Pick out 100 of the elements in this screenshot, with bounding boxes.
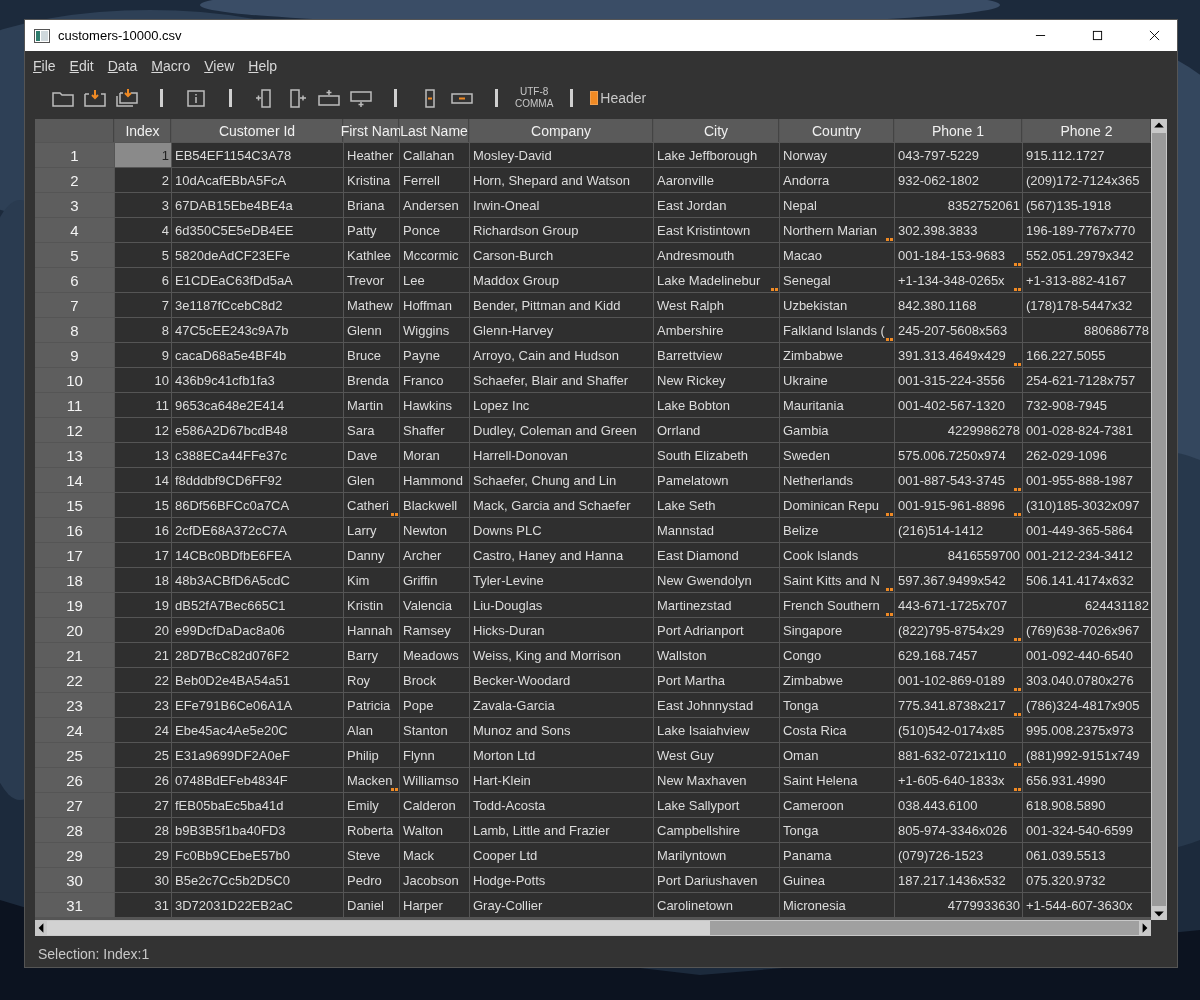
table-cell[interactable]: fEB05baEc5ba41d: [172, 793, 343, 817]
table-cell[interactable]: 303.040.0780x276: [1023, 668, 1151, 692]
table-cell[interactable]: (822)795-8754x29: [895, 618, 1022, 642]
table-cell[interactable]: Callahan: [400, 143, 469, 167]
table-cell[interactable]: 629.168.7457: [895, 643, 1022, 667]
table-cell[interactable]: New Rickey: [654, 368, 779, 392]
table-cell[interactable]: Hannah: [344, 618, 399, 642]
table-cell[interactable]: Calderon: [400, 793, 469, 817]
table-cell[interactable]: Lake Seth: [654, 493, 779, 517]
table-cell[interactable]: Valencia: [400, 593, 469, 617]
table-cell[interactable]: 9653ca648e2E414: [172, 393, 343, 417]
table-cell[interactable]: Costa Rica: [780, 718, 894, 742]
table-cell[interactable]: 001-887-543-3745: [895, 468, 1022, 492]
menu-item[interactable]: File: [33, 58, 56, 80]
table-cell[interactable]: 001-324-540-6599: [1023, 818, 1151, 842]
table-cell[interactable]: (567)135-1918: [1023, 193, 1151, 217]
table-cell[interactable]: Gray-Collier: [470, 893, 653, 917]
close-icon[interactable]: [1149, 30, 1160, 41]
table-cell[interactable]: Barrettview: [654, 343, 779, 367]
table-cell[interactable]: Dave: [344, 443, 399, 467]
table-cell[interactable]: Port Dariushaven: [654, 868, 779, 892]
table-cell[interactable]: West Guy: [654, 743, 779, 767]
table-cell[interactable]: 775.341.8738x217: [895, 693, 1022, 717]
table-cell[interactable]: 001-102-869-0189: [895, 668, 1022, 692]
table-cell[interactable]: Marilyntown: [654, 843, 779, 867]
table-cell[interactable]: Andorra: [780, 168, 894, 192]
table-cell[interactable]: 67DAB15Ebe4BE4a: [172, 193, 343, 217]
table-cell[interactable]: 19: [115, 593, 171, 617]
table-cell[interactable]: 22: [115, 668, 171, 692]
table-cell[interactable]: 1: [115, 143, 171, 167]
table-cell[interactable]: 001-449-365-5864: [1023, 518, 1151, 542]
table-cell[interactable]: Micronesia: [780, 893, 894, 917]
table-cell[interactable]: Mannstad: [654, 518, 779, 542]
table-cell[interactable]: Williamso: [400, 768, 469, 792]
table-cell[interactable]: 18: [115, 568, 171, 592]
table-cell[interactable]: (310)185-3032x097: [1023, 493, 1151, 517]
table-cell[interactable]: Ebe45ac4Ae5e20C: [172, 718, 343, 742]
table-cell[interactable]: 86Df56BFCc0a7CA: [172, 493, 343, 517]
table-cell[interactable]: e99DcfDaDac8a06: [172, 618, 343, 642]
table-cell[interactable]: Horn, Shepard and Watson: [470, 168, 653, 192]
menu-item[interactable]: Edit: [69, 58, 94, 80]
table-cell[interactable]: Franco: [400, 368, 469, 392]
table-cell[interactable]: Walton: [400, 818, 469, 842]
table-cell[interactable]: 575.006.7250x974: [895, 443, 1022, 467]
row-header[interactable]: 16: [35, 518, 114, 542]
row-header[interactable]: 4: [35, 218, 114, 242]
row-header[interactable]: 12: [35, 418, 114, 442]
table-cell[interactable]: Downs PLC: [470, 518, 653, 542]
table-cell[interactable]: Martinezstad: [654, 593, 779, 617]
table-cell[interactable]: Dominican Repu: [780, 493, 894, 517]
table-cell[interactable]: Zimbabwe: [780, 668, 894, 692]
table-cell[interactable]: EFe791B6Ce06A1A: [172, 693, 343, 717]
table-cell[interactable]: 4229986278: [895, 418, 1022, 442]
column-header[interactable]: City: [654, 119, 779, 142]
table-cell[interactable]: 001-315-224-3556: [895, 368, 1022, 392]
table-cell[interactable]: 28D7BcC82d076F2: [172, 643, 343, 667]
table-cell[interactable]: Irwin-Oneal: [470, 193, 653, 217]
table-cell[interactable]: East Kristintown: [654, 218, 779, 242]
row-header[interactable]: 10: [35, 368, 114, 392]
row-header[interactable]: 28: [35, 818, 114, 842]
table-cell[interactable]: Glenn-Harvey: [470, 318, 653, 342]
table-cell[interactable]: Nepal: [780, 193, 894, 217]
table-cell[interactable]: 656.931.4990: [1023, 768, 1151, 792]
table-cell[interactable]: 915.112.1727: [1023, 143, 1151, 167]
table-cell[interactable]: Guinea: [780, 868, 894, 892]
table-cell[interactable]: 4779933630: [895, 893, 1022, 917]
table-cell[interactable]: 624431182: [1023, 593, 1151, 617]
table-cell[interactable]: Oman: [780, 743, 894, 767]
table-cell[interactable]: Uzbekistan: [780, 293, 894, 317]
table-cell[interactable]: Lake Isaiahview: [654, 718, 779, 742]
table-cell[interactable]: Weiss, King and Morrison: [470, 643, 653, 667]
row-header[interactable]: 27: [35, 793, 114, 817]
table-cell[interactable]: 842.380.1168: [895, 293, 1022, 317]
table-cell[interactable]: Archer: [400, 543, 469, 567]
table-cell[interactable]: dB52fA7Bec665C1: [172, 593, 343, 617]
table-cell[interactable]: Payne: [400, 343, 469, 367]
table-cell[interactable]: 25: [115, 743, 171, 767]
table-cell[interactable]: Wallston: [654, 643, 779, 667]
menu-item[interactable]: View: [204, 58, 235, 80]
table-cell[interactable]: (769)638-7026x967: [1023, 618, 1151, 642]
row-header[interactable]: 3: [35, 193, 114, 217]
table-cell[interactable]: Griffin: [400, 568, 469, 592]
table-cell[interactable]: 5: [115, 243, 171, 267]
menu-item[interactable]: Macro: [151, 58, 191, 80]
table-cell[interactable]: Northern Marian: [780, 218, 894, 242]
table-cell[interactable]: Mack, Garcia and Schaefer: [470, 493, 653, 517]
table-cell[interactable]: Barry: [344, 643, 399, 667]
encoding-label[interactable]: UTF-8: [520, 86, 549, 98]
table-cell[interactable]: Saint Kitts and N: [780, 568, 894, 592]
table-cell[interactable]: 5820deAdCF23EFe: [172, 243, 343, 267]
table-cell[interactable]: New Gwendolyn: [654, 568, 779, 592]
table-cell[interactable]: 302.398.3833: [895, 218, 1022, 242]
table-cell[interactable]: 061.039.5513: [1023, 843, 1151, 867]
table-cell[interactable]: Daniel: [344, 893, 399, 917]
table-cell[interactable]: 443-671-1725x707: [895, 593, 1022, 617]
row-header[interactable]: 5: [35, 243, 114, 267]
column-header[interactable]: Phone 2: [1023, 119, 1151, 142]
table-cell[interactable]: 7: [115, 293, 171, 317]
table-cell[interactable]: Glen: [344, 468, 399, 492]
table-cell[interactable]: Hawkins: [400, 393, 469, 417]
